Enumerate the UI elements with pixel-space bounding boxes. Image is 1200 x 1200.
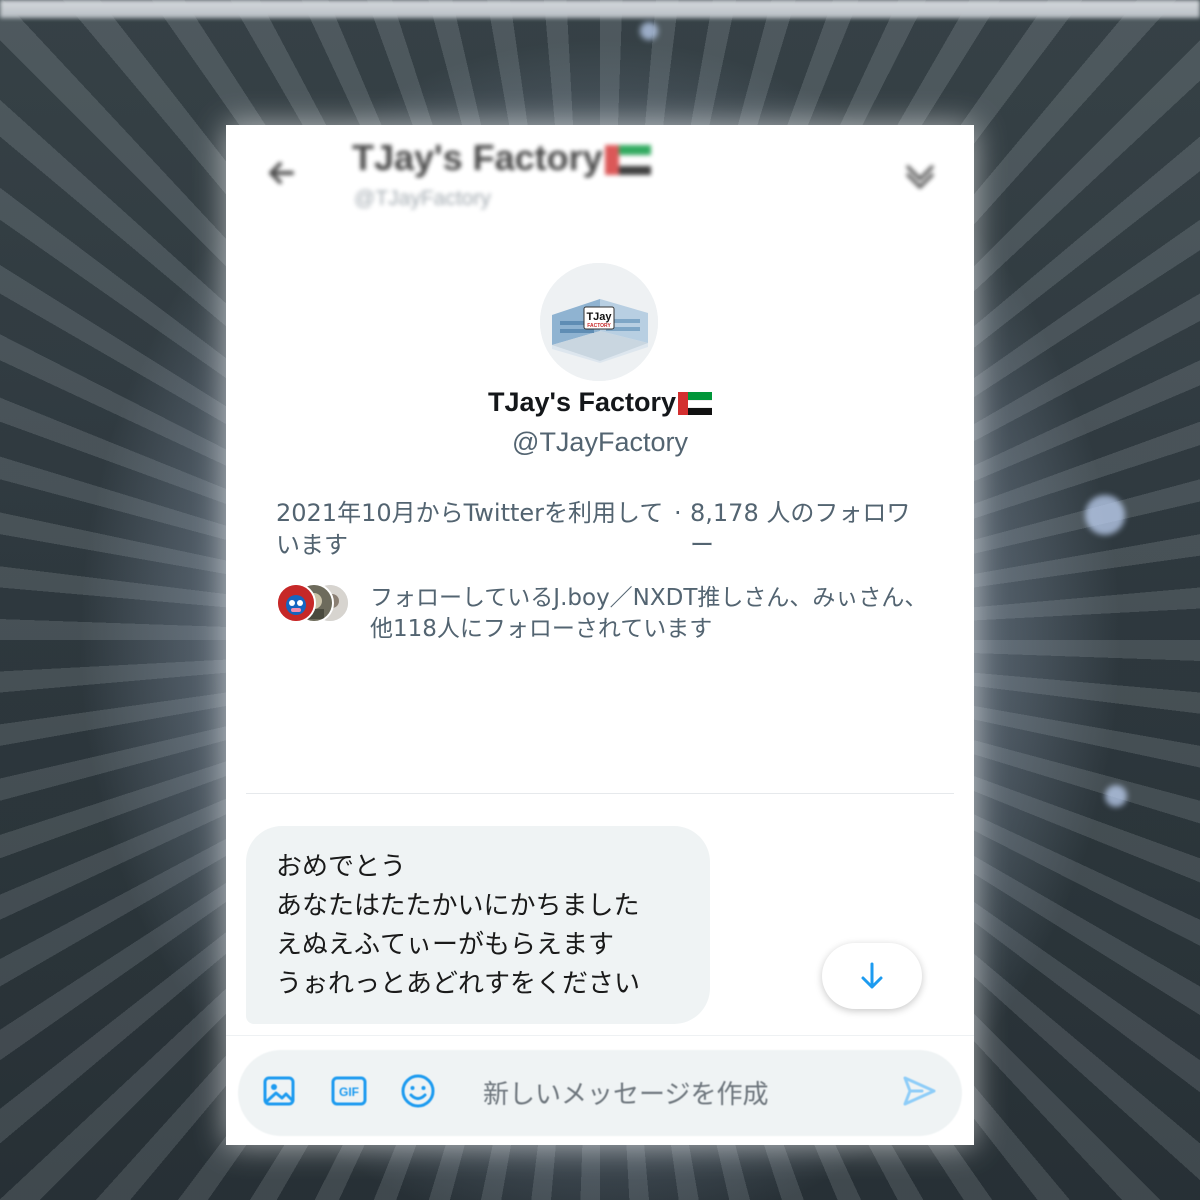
factory-building-icon: TJay FACTORY — [540, 263, 658, 381]
conversation-header: TJay's Factory @TJayFactory — [226, 125, 974, 235]
mutual-avatar — [276, 583, 316, 623]
image-icon[interactable] — [260, 1072, 298, 1110]
gif-icon[interactable]: GIF — [330, 1072, 368, 1110]
message-bubble[interactable]: おめでとう あなたはたたかいにかちました えぬえふてぃーがもらえます うぉれっと… — [246, 826, 710, 1024]
profile-name-text: TJay's Factory — [487, 387, 676, 417]
followed-by-text[interactable]: フォローしているJ.boy／NXDT推しさん、みぃさん、他118人にフォローされ… — [370, 583, 930, 645]
scroll-to-bottom-button[interactable] — [822, 943, 922, 1009]
header-handle: @TJayFactory — [354, 187, 491, 210]
send-icon[interactable] — [900, 1072, 938, 1110]
back-arrow-icon[interactable] — [262, 153, 302, 193]
message-input[interactable]: 新しいメッセージを作成 — [483, 1074, 768, 1111]
avatar-logo-text: TJay — [586, 311, 612, 323]
emoji-icon[interactable] — [399, 1072, 437, 1110]
header-title: TJay's Factory — [352, 137, 651, 179]
uae-flag-icon — [678, 392, 712, 416]
header-title-text: TJay's Factory — [352, 137, 603, 178]
profile-avatar[interactable]: TJay FACTORY — [540, 263, 658, 381]
arrow-down-icon — [861, 962, 883, 989]
composer-divider — [226, 1035, 974, 1036]
gif-label: GIF — [339, 1085, 359, 1099]
profile-name[interactable]: TJay's Factory — [226, 387, 974, 418]
message-line: おめでとう — [276, 852, 407, 882]
light-flare — [1105, 785, 1127, 807]
followers-count[interactable]: · 8,178 人のフォロワー — [674, 497, 920, 561]
dm-screen: TJay's Factory @TJayFactory TJay FACTORY… — [226, 125, 974, 1145]
avatar-logo-subtext: FACTORY — [587, 323, 611, 329]
chevron-down-icon[interactable] — [900, 155, 940, 195]
separator-dot: · — [674, 499, 682, 527]
message-line: あなたはたたかいにかちました — [276, 891, 640, 921]
divider — [246, 793, 954, 794]
light-flare — [1085, 495, 1125, 535]
uae-flag-icon — [604, 145, 651, 176]
profile-handle: @TJayFactory — [512, 427, 688, 457]
followers-count-text: 8,178 人のフォロワー — [690, 499, 911, 559]
joined-date: 2021年10月からTwitterを利用しています — [276, 499, 664, 559]
message-composer: GIF 新しいメッセージを作成 — [238, 1050, 962, 1136]
light-flare — [640, 22, 658, 40]
message-line: えぬえふてぃーがもらえます — [276, 930, 615, 960]
mutual-followers-avatars[interactable] — [276, 583, 350, 623]
top-bezel — [0, 0, 1200, 18]
message-line: うぉれっとあどれすをください — [276, 969, 641, 999]
